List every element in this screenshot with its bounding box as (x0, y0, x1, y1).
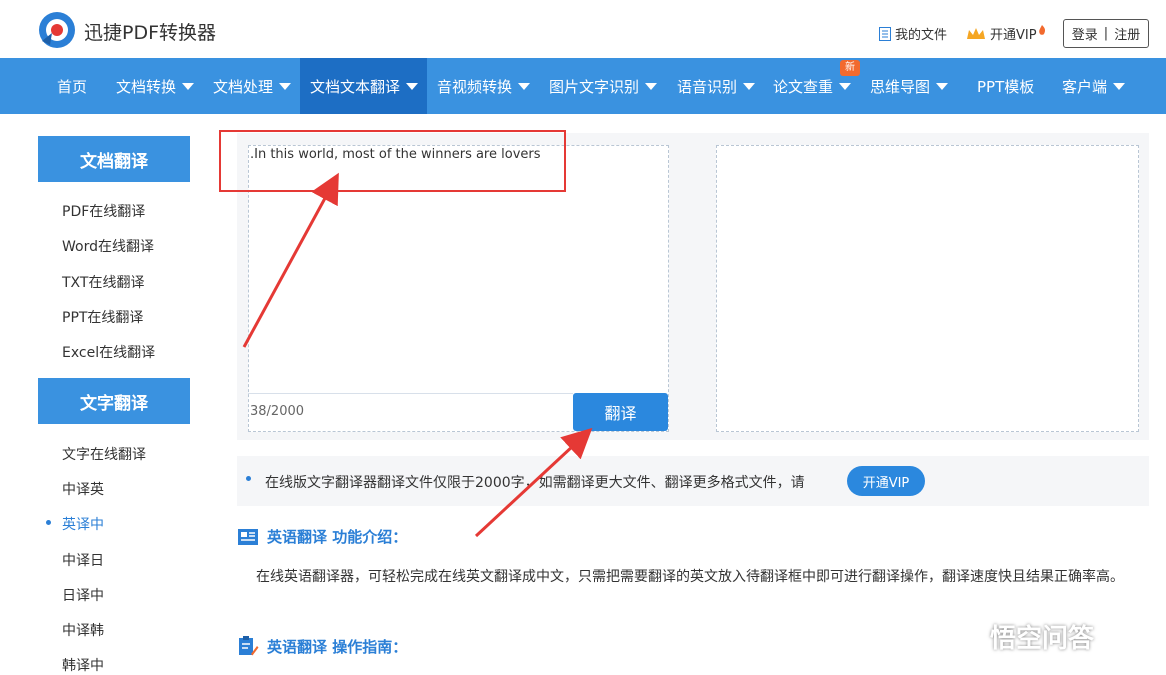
main-nav: 首页 文档转换 文档处理 文档文本翻译 音视频转换 图片文字识别 语音识别 论文… (0, 58, 1166, 114)
notice-dot (246, 476, 251, 481)
sidebar-item-zh-ko[interactable]: 中译韩 (62, 620, 104, 640)
sidebar-item-ko-zh[interactable]: 韩译中 (62, 655, 104, 675)
new-badge: 新 (840, 60, 860, 76)
app-logo-icon[interactable] (38, 11, 76, 49)
char-counter: 38/2000 (250, 404, 305, 419)
nav-ppt-templates-label: PPT模板 (977, 77, 1035, 96)
guide-title-text: 英语翻译 操作指南： (267, 637, 408, 656)
my-files-link[interactable]: 我的文件 (879, 24, 947, 43)
clipboard-pen-icon (239, 636, 259, 656)
vip-label: 开通VIP (990, 28, 1037, 43)
nav-client-label: 客户端 (1062, 77, 1108, 96)
sidebar-item-ja-zh[interactable]: 日译中 (62, 585, 104, 605)
caret-down-icon (182, 82, 195, 90)
nav-plagiarism-label: 论文查重 (773, 77, 834, 96)
nav-ppt-templates[interactable]: PPT模板 (977, 58, 1034, 114)
sidebar-item-pdf[interactable]: PDF在线翻译 (62, 201, 145, 221)
nav-doc-process-label: 文档处理 (213, 77, 274, 96)
crown-icon (967, 27, 985, 39)
guide-section-title: 英语翻译 操作指南： (237, 635, 407, 657)
counter-divider (248, 393, 573, 394)
open-vip-button[interactable]: 开通VIP (847, 466, 925, 496)
nav-speech[interactable]: 语音识别 (677, 58, 756, 114)
sidebar-item-text-online[interactable]: 文字在线翻译 (62, 444, 146, 464)
sidebar-item-en-zh[interactable]: 英译中 (62, 514, 104, 534)
caret-down-icon (645, 82, 658, 90)
nav-av-convert-label: 音视频转换 (437, 77, 513, 96)
intro-title-text: 英语翻译 功能介绍： (267, 528, 408, 546)
flame-icon (1038, 24, 1045, 35)
document-icon (879, 26, 891, 41)
sidebar-item-word[interactable]: Word在线翻译 (62, 236, 154, 256)
translation-output (716, 145, 1139, 432)
top-header: 迅捷PDF转换器 我的文件 开通VIP 登录 | 注册 (0, 0, 1166, 58)
active-dot (46, 520, 51, 525)
sidebar-item-txt[interactable]: TXT在线翻译 (62, 272, 144, 292)
notice-text: 在线版文字翻译器翻译文件仅限于2000字，如需翻译更大文件、翻译更多格式文件，请 (265, 475, 805, 491)
nav-doc-translate[interactable]: 文档文本翻译 (300, 58, 427, 114)
newspaper-icon (238, 528, 258, 545)
intro-paragraph: 在线英语翻译器，可轻松完成在线英文翻译成中文，只需把需要翻译的英文放入待翻译框中… (256, 569, 1124, 585)
caret-down-icon (406, 82, 419, 90)
caret-down-icon (518, 82, 531, 90)
caret-down-icon (279, 82, 292, 90)
sidebar-heading-text-translate: 文字翻译 (38, 378, 190, 424)
register-link[interactable]: 注册 (1114, 24, 1140, 43)
speech-bubbles-icon (938, 620, 981, 652)
caret-down-icon (1113, 82, 1126, 90)
nav-speech-label: 语音识别 (677, 77, 738, 96)
my-files-label: 我的文件 (895, 28, 948, 43)
caret-down-icon (743, 82, 756, 90)
nav-home[interactable]: 首页 (57, 58, 87, 114)
login-register-box: 登录 | 注册 (1063, 19, 1149, 48)
intro-section-title: 英语翻译 功能介绍： (237, 526, 407, 547)
nav-home-label: 首页 (57, 77, 88, 96)
nav-doc-process[interactable]: 文档处理 (213, 58, 292, 114)
nav-doc-convert-label: 文档转换 (116, 77, 177, 96)
nav-doc-translate-label: 文档文本翻译 (310, 77, 401, 96)
nav-mindmap[interactable]: 思维导图 (870, 58, 949, 114)
watermark: 悟空问答 (938, 618, 1094, 655)
vip-link[interactable]: 开通VIP (966, 24, 1046, 43)
annotation-highlight-box (219, 130, 566, 192)
nav-client[interactable]: 客户端 (1062, 58, 1126, 114)
sidebar-item-zh-ja[interactable]: 中译日 (62, 550, 104, 570)
nav-doc-convert[interactable]: 文档转换 (116, 58, 195, 114)
sidebar-item-ppt[interactable]: PPT在线翻译 (62, 307, 143, 327)
nav-mindmap-label: 思维导图 (870, 77, 931, 96)
nav-av-convert[interactable]: 音视频转换 (437, 58, 531, 114)
sidebar-item-excel[interactable]: Excel在线翻译 (62, 342, 155, 362)
sidebar-item-zh-en[interactable]: 中译英 (62, 479, 104, 499)
sidebar-heading-doc-translate: 文档翻译 (38, 136, 190, 182)
caret-down-icon (839, 82, 852, 90)
login-separator: | (1103, 26, 1109, 41)
watermark-text: 悟空问答 (990, 624, 1095, 654)
nav-ocr-label: 图片文字识别 (549, 77, 640, 96)
translate-button[interactable]: 翻译 (573, 393, 668, 431)
caret-down-icon (936, 82, 949, 90)
login-link[interactable]: 登录 (1072, 24, 1098, 43)
nav-ocr[interactable]: 图片文字识别 (549, 58, 658, 114)
app-title[interactable]: 迅捷PDF转换器 (84, 18, 216, 45)
